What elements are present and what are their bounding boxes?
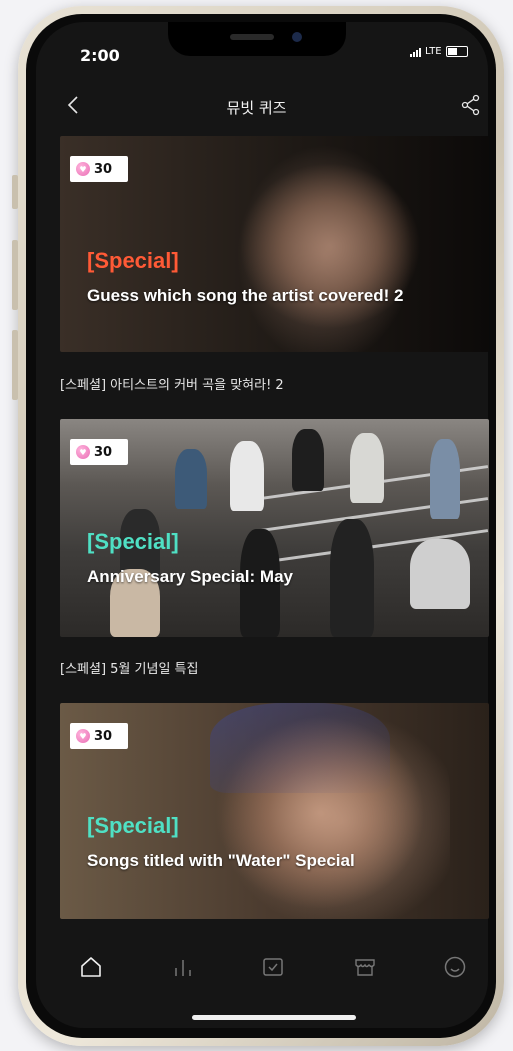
tab-profile[interactable] [442, 954, 468, 980]
group-member [330, 519, 374, 637]
mute-switch [12, 175, 18, 209]
heart-coin-icon: ♥ [76, 162, 90, 176]
point-count: 30 [94, 728, 113, 744]
quiz-title-en: Anniversary Special: May [87, 567, 293, 586]
home-indicator[interactable] [192, 1015, 356, 1020]
tab-chart[interactable] [170, 954, 196, 980]
page-title: 뮤빗 퀴즈 [226, 99, 287, 117]
special-tag: [Special] [87, 248, 179, 273]
point-count: 30 [94, 161, 113, 177]
store-icon [355, 959, 375, 976]
quiz-card[interactable]: ♥ 30 [Special] Anniversary Special: May [60, 419, 489, 637]
group-member [175, 449, 207, 509]
special-tag: [Special] [87, 813, 179, 838]
quiz-thumbnail-image [230, 136, 420, 352]
share-icon [461, 94, 480, 116]
notch [168, 22, 346, 56]
signal-icon [410, 47, 421, 57]
point-badge: ♥ 30 [70, 439, 128, 465]
tab-store[interactable] [352, 954, 378, 980]
bottom-tab-bar [36, 940, 488, 990]
tab-home[interactable] [78, 954, 104, 980]
network-label: LTE [425, 46, 442, 57]
home-icon [81, 957, 101, 977]
point-count: 30 [94, 444, 113, 460]
quiz-title-en: Songs titled with "Water" Special [87, 851, 355, 870]
quiz-check-icon [263, 958, 283, 976]
point-badge: ♥ 30 [70, 156, 128, 182]
hair-shadow [210, 703, 390, 793]
status-time: 2:00 [80, 46, 120, 65]
group-member [292, 429, 324, 491]
group-member [430, 439, 460, 519]
front-camera [292, 32, 302, 42]
volume-down-button [12, 330, 18, 400]
profile-smile-icon [444, 956, 466, 978]
quiz-caption-ko[interactable]: [스페셜] 5월 기념일 특집 [60, 658, 198, 677]
heart-coin-icon: ♥ [76, 445, 90, 459]
group-member [350, 433, 384, 503]
chart-icon [175, 960, 191, 976]
quiz-card[interactable]: ♥ 30 [Special] Guess which song the arti… [60, 136, 489, 352]
point-badge: ♥ 30 [70, 723, 128, 749]
speaker [230, 34, 274, 40]
share-button[interactable] [460, 94, 482, 116]
volume-up-button [12, 240, 18, 310]
status-icons: LTE [410, 46, 468, 57]
quiz-card[interactable]: ♥ 30 [Special] Songs titled with "Water"… [60, 703, 489, 919]
group-member [410, 539, 470, 609]
tab-quiz[interactable] [260, 954, 286, 980]
battery-icon [445, 46, 468, 57]
quiz-title-en: Guess which song the artist covered! 2 [87, 286, 404, 305]
group-member [230, 441, 264, 511]
special-tag: [Special] [87, 529, 179, 554]
quiz-caption-ko[interactable]: [스페셜] 아티스트의 커버 곡을 맞혀라! 2 [60, 374, 284, 393]
heart-coin-icon: ♥ [76, 729, 90, 743]
